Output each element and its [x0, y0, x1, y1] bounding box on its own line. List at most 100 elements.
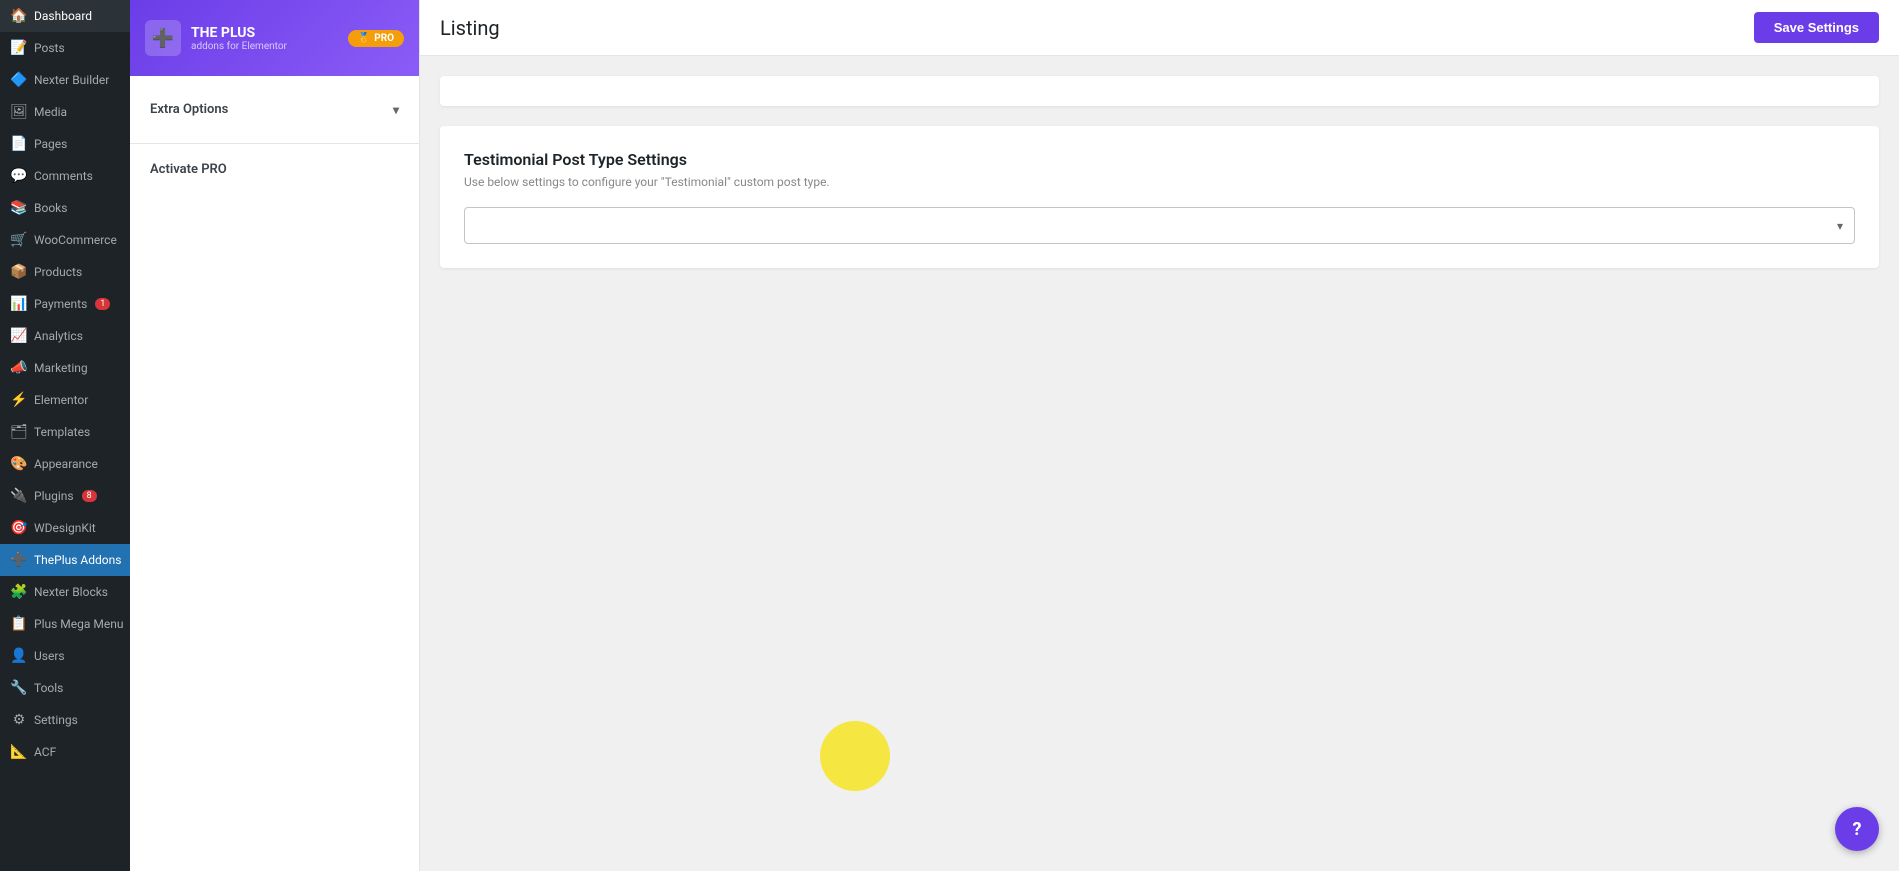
- sidebar-item-products[interactable]: 📦 Products: [0, 256, 130, 288]
- appearance-icon: 🎨: [10, 455, 28, 473]
- plus-mega-menu-icon: 📋: [10, 615, 28, 633]
- plugin-subtitle: addons for Elementor: [191, 41, 287, 52]
- sidebar-label-plugins: Plugins: [34, 489, 74, 503]
- sidebar-label-nexter-builder: Nexter Builder: [34, 73, 109, 87]
- sidebar-label-templates: Templates: [34, 425, 90, 439]
- post-type-select[interactable]: [464, 207, 1855, 244]
- payments-icon: 📊: [10, 295, 28, 313]
- main-content: Listing Save Settings Testimonial Post T…: [420, 0, 1899, 871]
- sidebar-label-wdesignkit: WDesignKit: [34, 521, 96, 535]
- sidebar-label-payments: Payments: [34, 297, 87, 311]
- sidebar-item-acf[interactable]: 📐 ACF: [0, 736, 130, 768]
- sidebar-label-tools: Tools: [34, 681, 63, 695]
- elementor-icon: ⚡: [10, 391, 28, 409]
- acf-icon: 📐: [10, 743, 28, 761]
- sidebar-label-analytics: Analytics: [34, 329, 83, 343]
- sidebar-label-nexter-blocks: Nexter Blocks: [34, 585, 108, 599]
- sidebar-item-settings[interactable]: ⚙ Settings: [0, 704, 130, 736]
- wp-admin-sidebar: 🏠 Dashboard 📝 Posts 🔷 Nexter Builder 🖼 M…: [0, 0, 130, 871]
- activate-pro-label: Activate PRO: [150, 154, 399, 185]
- products-icon: 📦: [10, 263, 28, 281]
- sidebar-item-books[interactable]: 📚 Books: [0, 192, 130, 224]
- sidebar-label-comments: Comments: [34, 169, 93, 183]
- pro-label: PRO: [374, 33, 394, 44]
- marketing-icon: 📣: [10, 359, 28, 377]
- extra-options-nav: [130, 127, 419, 143]
- settings-panel-desc: Use below settings to configure your "Te…: [464, 175, 1855, 189]
- templates-icon: 🗂: [10, 423, 28, 441]
- plugin-logo-text: THE PLUS addons for Elementor: [191, 25, 287, 52]
- sidebar-label-books: Books: [34, 201, 67, 215]
- sidebar-item-payments[interactable]: 📊 Payments 1: [0, 288, 130, 320]
- pro-badge[interactable]: 🏅 PRO: [348, 30, 404, 47]
- sidebar-item-plugins[interactable]: 🔌 Plugins 8: [0, 480, 130, 512]
- save-settings-button[interactable]: Save Settings: [1754, 12, 1879, 43]
- plugin-logo-icon: ➕: [145, 20, 181, 56]
- sidebar-label-products: Products: [34, 265, 82, 279]
- sidebar-item-pages[interactable]: 📄 Pages: [0, 128, 130, 160]
- books-icon: 📚: [10, 199, 28, 217]
- plugin-name: THE PLUS: [191, 25, 287, 41]
- nexter-builder-icon: 🔷: [10, 71, 28, 89]
- sidebar-item-plus-mega-menu[interactable]: 📋 Plus Mega Menu: [0, 608, 130, 640]
- sidebar-item-users[interactable]: 👤 Users: [0, 640, 130, 672]
- badge-plugins: 8: [82, 490, 97, 502]
- settings-panel-title: Testimonial Post Type Settings: [464, 150, 1855, 169]
- wdesignkit-icon: 🎯: [10, 519, 28, 537]
- plugin-logo: ➕ THE PLUS addons for Elementor: [145, 20, 287, 56]
- dashboard-icon: 🏠: [10, 7, 28, 25]
- analytics-icon: 📈: [10, 327, 28, 345]
- plugin-top-nav: [130, 76, 419, 92]
- sidebar-item-theplus-addons[interactable]: ➕ ThePlus Addons: [0, 544, 130, 576]
- chevron-down-icon: ▾: [393, 103, 399, 117]
- sidebar-item-comments[interactable]: 💬 Comments: [0, 160, 130, 192]
- sidebar-item-posts[interactable]: 📝 Posts: [0, 32, 130, 64]
- settings-panel: Testimonial Post Type Settings Use below…: [440, 126, 1879, 268]
- tools-icon: 🔧: [10, 679, 28, 697]
- sidebar-label-marketing: Marketing: [34, 361, 88, 375]
- sidebar-label-plus-mega-menu: Plus Mega Menu: [34, 617, 123, 631]
- sidebar-label-elementor: Elementor: [34, 393, 88, 407]
- sidebar-item-marketing[interactable]: 📣 Marketing: [0, 352, 130, 384]
- main-header: Listing Save Settings: [420, 0, 1899, 56]
- sidebar-item-appearance[interactable]: 🎨 Appearance: [0, 448, 130, 480]
- sidebar-label-media: Media: [34, 105, 67, 119]
- sidebar-item-tools[interactable]: 🔧 Tools: [0, 672, 130, 704]
- sidebar-item-wdesignkit[interactable]: 🎯 WDesignKit: [0, 512, 130, 544]
- theplus-addons-icon: ➕: [10, 551, 28, 569]
- pro-icon: 🏅: [358, 33, 370, 44]
- sidebar-label-theplus-addons: ThePlus Addons: [34, 553, 121, 567]
- plugins-icon: 🔌: [10, 487, 28, 505]
- sidebar-item-nexter-builder[interactable]: 🔷 Nexter Builder: [0, 64, 130, 96]
- sidebar-label-posts: Posts: [34, 41, 65, 55]
- help-button[interactable]: ?: [1835, 807, 1879, 851]
- sidebar-item-elementor[interactable]: ⚡ Elementor: [0, 384, 130, 416]
- plugin-header: ➕ THE PLUS addons for Elementor 🏅 PRO: [130, 0, 419, 76]
- sidebar-item-dashboard[interactable]: 🏠 Dashboard: [0, 0, 130, 32]
- sidebar-label-woocommerce: WooCommerce: [34, 233, 117, 247]
- settings-icon: ⚙: [10, 711, 28, 729]
- post-type-select-wrap: ▾: [464, 207, 1855, 244]
- plugin-sidebar: ➕ THE PLUS addons for Elementor 🏅 PRO Ex…: [130, 0, 420, 871]
- tabs-row: [440, 76, 1879, 106]
- sidebar-item-analytics[interactable]: 📈 Analytics: [0, 320, 130, 352]
- nexter-blocks-icon: 🧩: [10, 583, 28, 601]
- content-body: Testimonial Post Type Settings Use below…: [420, 56, 1899, 288]
- sidebar-item-media[interactable]: 🖼 Media: [0, 96, 130, 128]
- posts-icon: 📝: [10, 39, 28, 57]
- users-icon: 👤: [10, 647, 28, 665]
- page-title: Listing: [440, 16, 500, 40]
- media-icon: 🖼: [10, 103, 28, 121]
- pages-icon: 📄: [10, 135, 28, 153]
- sidebar-item-templates[interactable]: 🗂 Templates: [0, 416, 130, 448]
- woocommerce-icon: 🛒: [10, 231, 28, 249]
- activate-pro-section: Activate PRO: [130, 143, 419, 195]
- sidebar-label-pages: Pages: [34, 137, 67, 151]
- badge-payments: 1: [95, 298, 110, 310]
- sidebar-item-woocommerce[interactable]: 🛒 WooCommerce: [0, 224, 130, 256]
- sidebar-label-users: Users: [34, 649, 65, 663]
- extra-options-toggle[interactable]: Extra Options ▾: [130, 92, 419, 127]
- sidebar-item-nexter-blocks[interactable]: 🧩 Nexter Blocks: [0, 576, 130, 608]
- extra-options-label: Extra Options: [150, 102, 228, 117]
- sidebar-label-appearance: Appearance: [34, 457, 98, 471]
